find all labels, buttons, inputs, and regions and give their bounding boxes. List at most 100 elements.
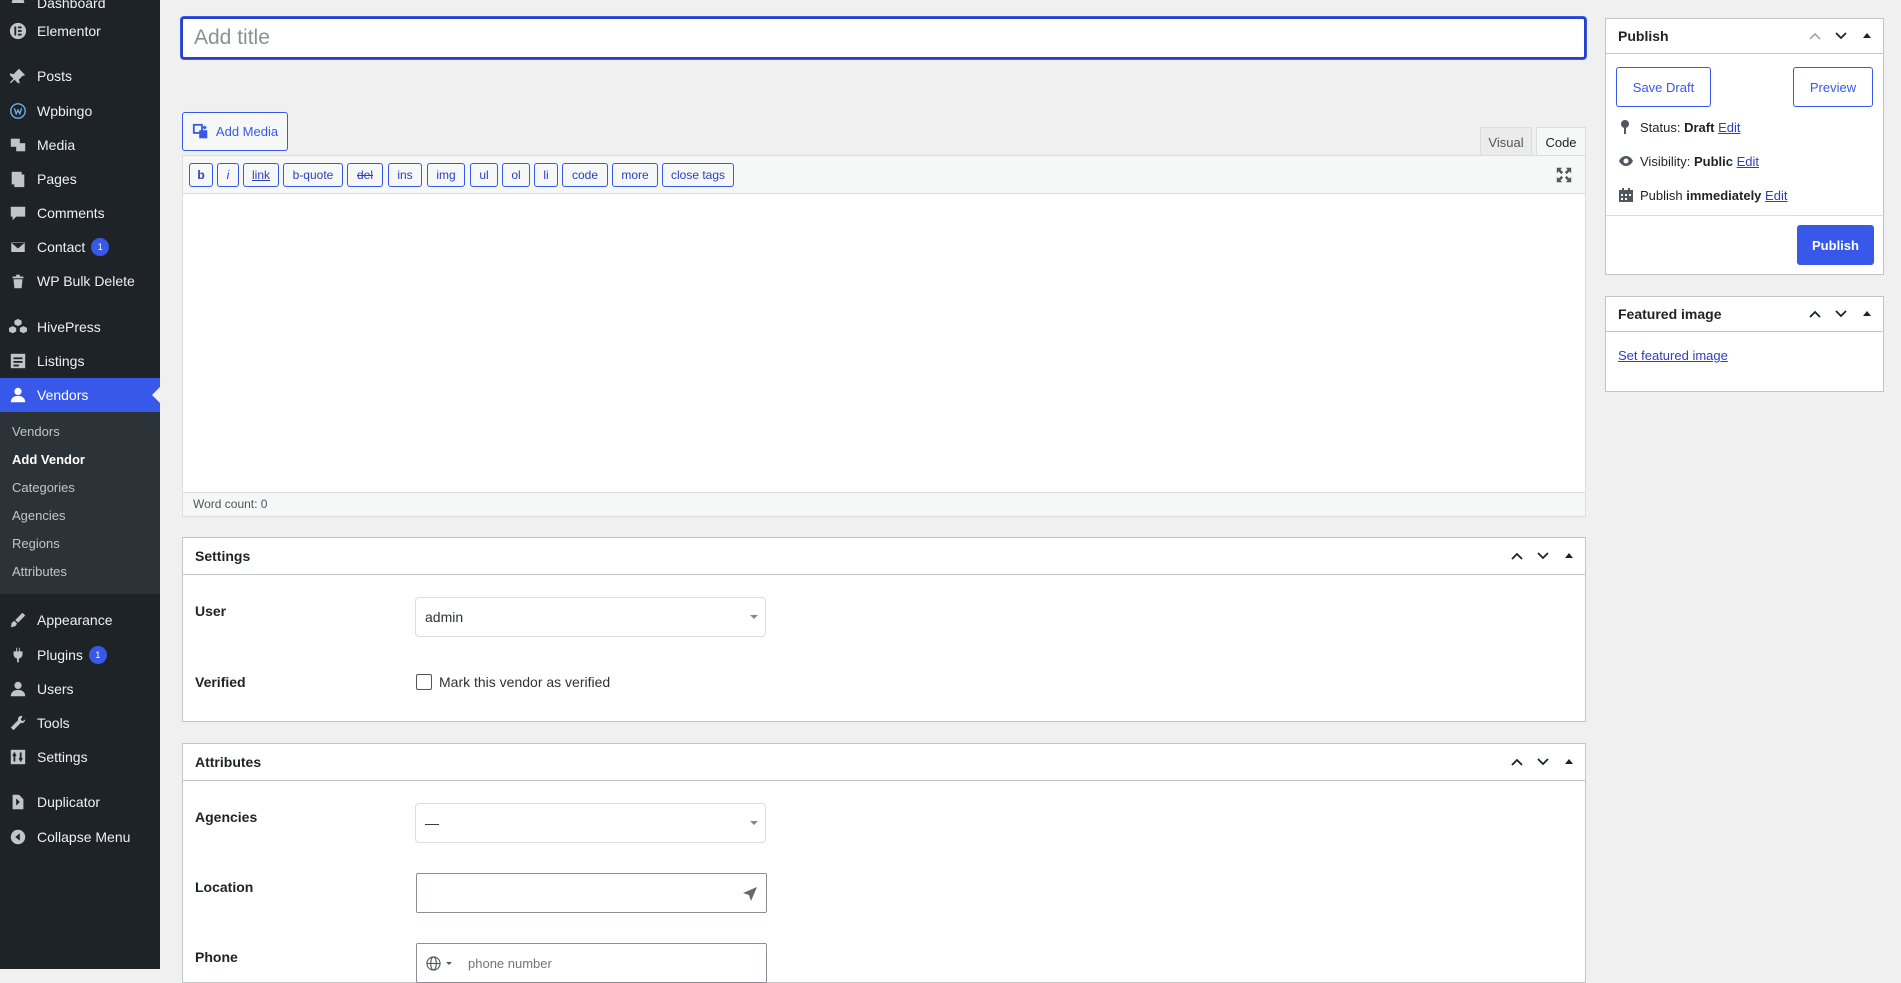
chevron-up-icon[interactable] <box>1805 304 1825 324</box>
chevron-up-icon[interactable] <box>1507 752 1527 772</box>
user-icon <box>8 385 28 405</box>
agencies-select-value: — <box>425 815 439 831</box>
edit-status-link[interactable]: Edit <box>1718 120 1740 135</box>
wpbingo-icon <box>8 101 28 121</box>
status-label: Status: <box>1640 119 1681 135</box>
qt-code-button[interactable]: code <box>562 163 608 187</box>
verified-checkbox[interactable] <box>416 674 432 690</box>
menu-settings[interactable]: Settings <box>0 740 160 774</box>
menu-label: Tools <box>37 715 70 731</box>
status-value: Draft <box>1684 119 1715 135</box>
menu-hivepress[interactable]: HivePress <box>0 310 160 344</box>
qt-bquote-button[interactable]: b-quote <box>283 163 343 187</box>
publish-time-label: Publish <box>1640 187 1683 203</box>
qt-li-button[interactable]: li <box>534 163 558 187</box>
location-input[interactable] <box>416 873 767 913</box>
featured-image-header: Featured image <box>1606 297 1883 332</box>
submenu-regions[interactable]: Regions <box>12 536 60 551</box>
menu-listings[interactable]: Listings <box>0 344 160 378</box>
phone-input[interactable] <box>416 943 767 983</box>
menu-label: Pages <box>37 171 77 187</box>
qt-link-button[interactable]: link <box>243 163 279 187</box>
menu-collapse[interactable]: Collapse Menu <box>0 820 160 854</box>
publish-button[interactable]: Publish <box>1797 225 1874 265</box>
chevron-down-icon[interactable] <box>1831 304 1851 324</box>
publish-box-header: Publish <box>1606 19 1883 54</box>
chevron-down-icon[interactable] <box>1831 26 1851 46</box>
edit-visibility-link[interactable]: Edit <box>1737 154 1759 169</box>
qt-bold-button[interactable]: b <box>189 163 213 187</box>
menu-appearance[interactable]: Appearance <box>0 603 160 637</box>
qt-img-button[interactable]: img <box>427 163 465 187</box>
location-arrow-icon[interactable] <box>742 886 758 902</box>
fullscreen-icon[interactable] <box>1555 166 1573 184</box>
title-field[interactable] <box>181 17 1586 59</box>
menu-label: Vendors <box>37 387 89 403</box>
submenu-attributes[interactable]: Attributes <box>12 564 67 579</box>
submenu-vendors[interactable]: Vendors <box>12 424 60 439</box>
qt-ins-button[interactable]: ins <box>388 163 422 187</box>
status-row: Status: Draft Edit <box>1618 119 1740 135</box>
menu-pages[interactable]: Pages <box>0 162 160 196</box>
collapse-icon <box>8 827 28 847</box>
elementor-icon <box>8 21 28 41</box>
location-label: Location <box>195 879 254 895</box>
qt-more-button[interactable]: more <box>612 163 658 187</box>
menu-contact[interactable]: Contact 1 <box>0 230 160 264</box>
toggle-panel-icon[interactable] <box>1559 752 1579 772</box>
menu-posts[interactable]: Posts <box>0 59 160 93</box>
chevron-down-icon[interactable] <box>1533 546 1553 566</box>
trash-icon <box>8 271 28 291</box>
menu-label: Users <box>37 681 74 697</box>
preview-button[interactable]: Preview <box>1793 67 1873 107</box>
add-media-button[interactable]: Add Media <box>182 112 288 151</box>
menu-label: Dashboard <box>37 0 106 11</box>
toggle-panel-icon[interactable] <box>1857 26 1877 46</box>
menu-wp-bulk-delete[interactable]: WP Bulk Delete <box>0 264 160 298</box>
listings-icon <box>8 351 28 371</box>
menu-tools[interactable]: Tools <box>0 706 160 740</box>
visibility-value: Public <box>1693 153 1733 169</box>
menu-users[interactable]: Users <box>0 672 160 706</box>
verified-checkbox-label[interactable]: Mark this vendor as verified <box>439 674 610 690</box>
menu-duplicator[interactable]: Duplicator <box>0 785 160 819</box>
menu-elementor[interactable]: Elementor <box>0 14 160 48</box>
chevron-up-icon[interactable] <box>1805 26 1825 46</box>
toggle-panel-icon[interactable] <box>1857 304 1877 324</box>
set-featured-image-link[interactable]: Set featured image <box>1618 348 1728 363</box>
qt-close-tags-button[interactable]: close tags <box>662 163 734 187</box>
tab-visual[interactable]: Visual <box>1480 127 1532 156</box>
menu-label: Settings <box>37 749 88 765</box>
agencies-label: Agencies <box>195 809 258 825</box>
qt-italic-button[interactable]: i <box>217 163 239 187</box>
menu-plugins[interactable]: Plugins 1 <box>0 638 160 672</box>
qt-ul-button[interactable]: ul <box>470 163 498 187</box>
title-input[interactable] <box>192 25 1575 51</box>
duplicator-icon <box>8 792 28 812</box>
mail-icon <box>8 237 28 257</box>
media-icon <box>8 135 28 155</box>
qt-ol-button[interactable]: ol <box>502 163 530 187</box>
submenu-agencies[interactable]: Agencies <box>12 508 65 523</box>
user-icon <box>8 679 28 699</box>
chevron-down-icon[interactable] <box>1533 752 1553 772</box>
admin-sidebar: Dashboard Elementor Posts Wpbingo Media … <box>0 0 160 969</box>
update-count-badge: 1 <box>91 238 110 256</box>
settings-box-title: Settings <box>195 548 251 564</box>
submenu-categories[interactable]: Categories <box>12 480 75 495</box>
submenu-add-vendor[interactable]: Add Vendor <box>12 452 85 467</box>
menu-media[interactable]: Media <box>0 128 160 162</box>
chevron-up-icon[interactable] <box>1507 546 1527 566</box>
user-select[interactable]: admin <box>415 597 766 637</box>
globe-icon[interactable] <box>426 955 441 971</box>
menu-comments[interactable]: Comments <box>0 196 160 230</box>
visibility-label: Visibility: <box>1640 153 1691 169</box>
agencies-select[interactable]: — <box>415 803 766 843</box>
tab-code[interactable]: Code <box>1536 127 1586 156</box>
qt-del-button[interactable]: del <box>347 163 383 187</box>
toggle-panel-icon[interactable] <box>1559 546 1579 566</box>
menu-vendors[interactable]: Vendors <box>0 378 160 412</box>
save-draft-button[interactable]: Save Draft <box>1616 67 1711 107</box>
menu-wpbingo[interactable]: Wpbingo <box>0 94 160 128</box>
edit-publish-time-link[interactable]: Edit <box>1765 188 1787 203</box>
